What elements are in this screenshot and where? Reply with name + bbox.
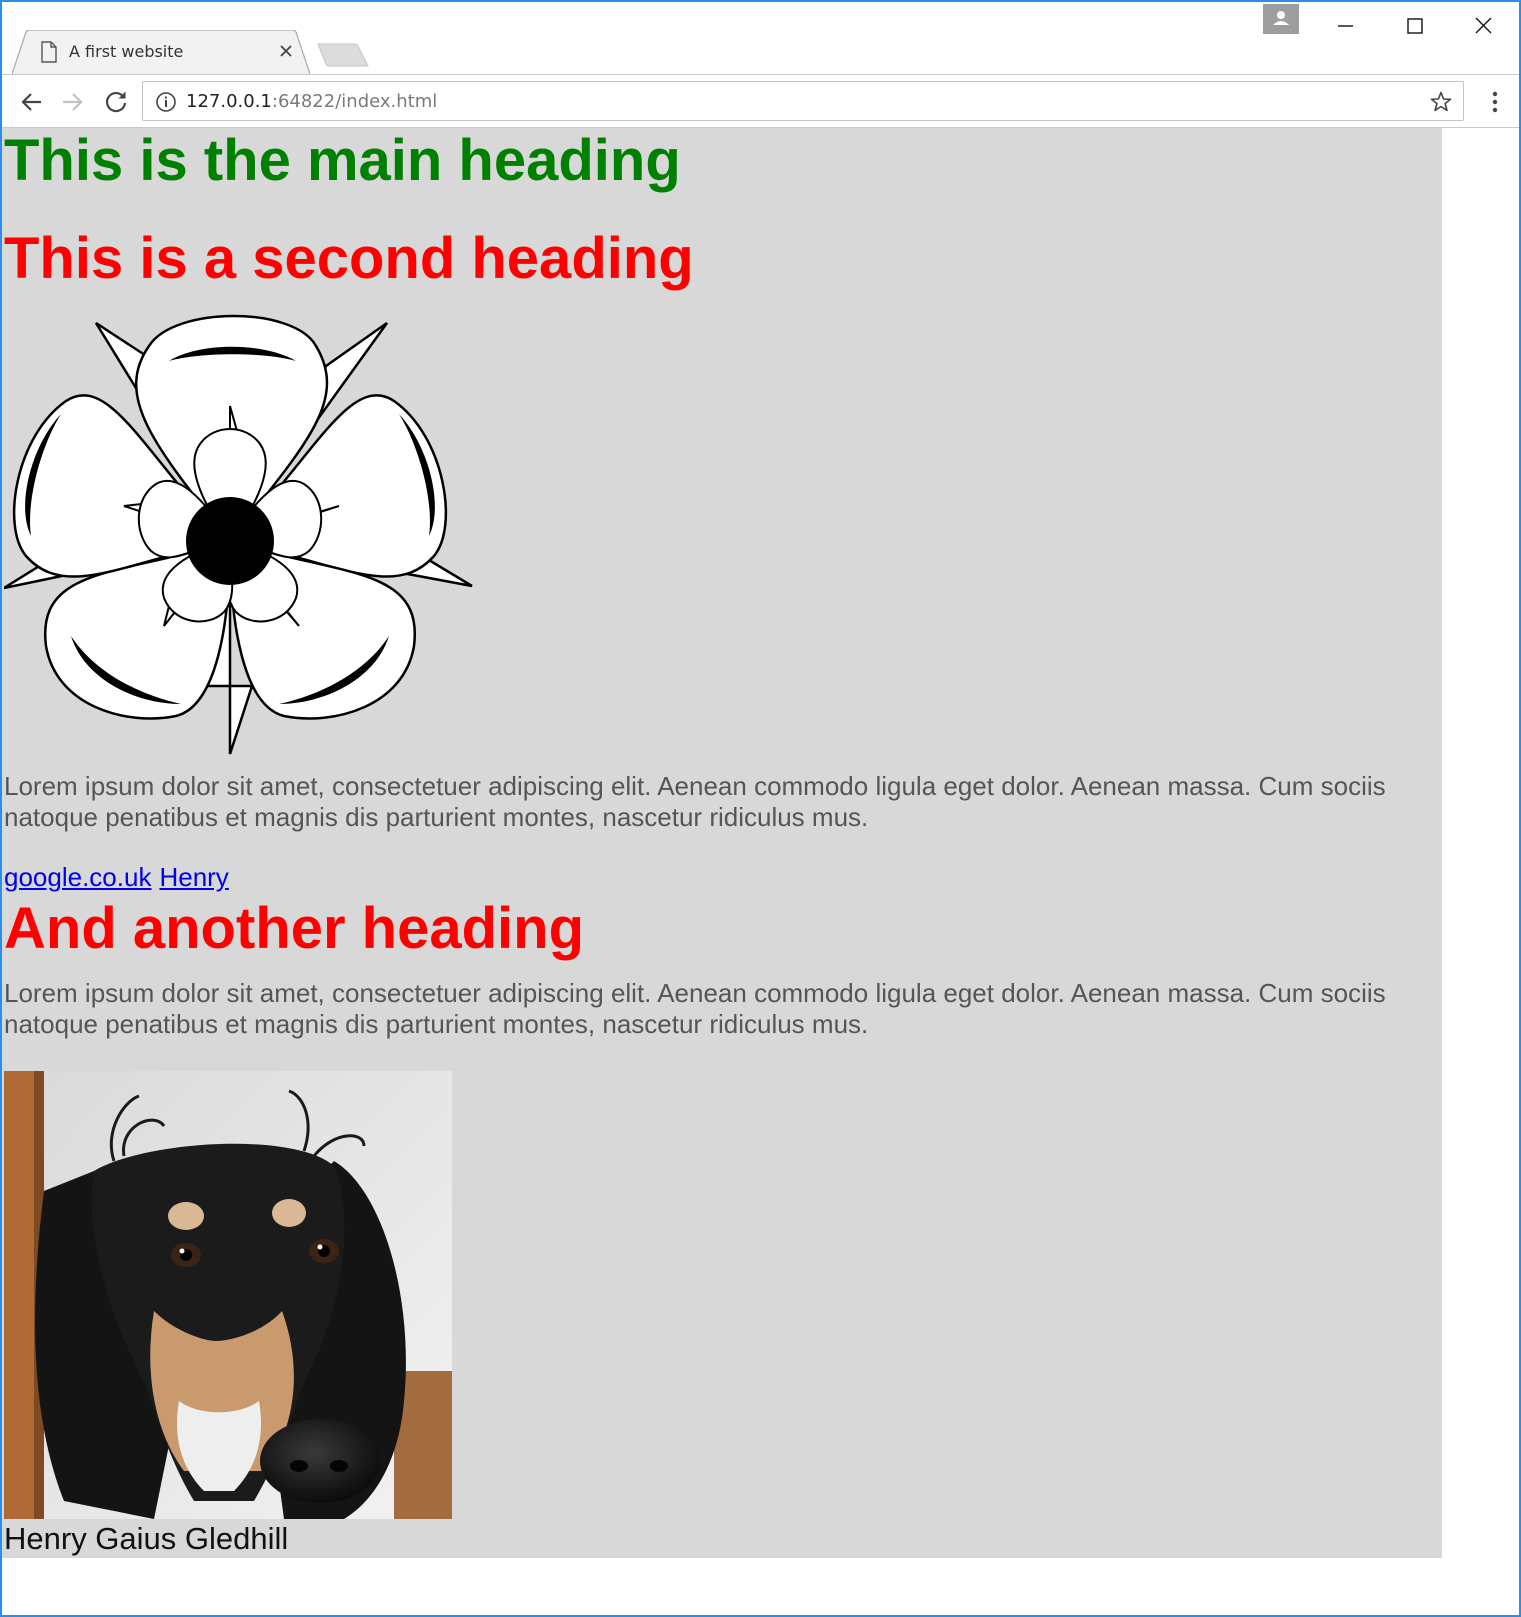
photo-caption: Henry Gaius Gledhill xyxy=(4,1521,289,1556)
title-bar: A first website xyxy=(2,2,1519,74)
tab-title: A first website xyxy=(69,42,184,61)
tudor-rose-image xyxy=(3,306,476,771)
link-henry[interactable]: Henry xyxy=(159,862,228,892)
info-icon[interactable] xyxy=(155,91,177,118)
page-icon xyxy=(40,41,58,68)
tab-active[interactable]: A first website xyxy=(12,30,310,74)
url-path: :64822/index.html xyxy=(271,91,438,112)
maximize-icon[interactable] xyxy=(1395,10,1435,42)
page-body: This is the main heading This is a secon… xyxy=(2,128,1442,1558)
close-window-icon[interactable] xyxy=(1464,10,1504,42)
link-google[interactable]: google.co.uk xyxy=(4,862,151,892)
address-bar[interactable]: 127.0.0.1:64822/index.html xyxy=(142,81,1464,121)
page-viewport: This is the main heading This is a secon… xyxy=(2,128,1519,1615)
dog-photo xyxy=(4,1071,452,1519)
browser-window: A first website 127.0.0.1:64822/index.ht… xyxy=(0,0,1521,1617)
paragraph-1: Lorem ipsum dolor sit amet, consectetuer… xyxy=(4,771,1386,832)
profile-icon[interactable] xyxy=(1263,4,1299,34)
url-text[interactable]: 127.0.0.1:64822/index.html xyxy=(186,91,437,112)
menu-icon[interactable] xyxy=(1483,87,1507,117)
second-heading: This is a second heading xyxy=(4,226,694,291)
link-row: google.co.uk Henry xyxy=(4,862,229,893)
forward-icon[interactable] xyxy=(58,88,86,116)
tab-close-icon[interactable] xyxy=(276,41,296,61)
back-icon[interactable] xyxy=(18,88,46,116)
third-heading: And another heading xyxy=(4,896,584,961)
new-tab-button[interactable] xyxy=(316,42,370,73)
browser-toolbar: 127.0.0.1:64822/index.html xyxy=(2,74,1519,128)
reload-icon[interactable] xyxy=(102,88,130,116)
paragraph-2: Lorem ipsum dolor sit amet, consectetuer… xyxy=(4,978,1386,1039)
url-host: 127.0.0.1 xyxy=(186,91,272,112)
main-heading: This is the main heading xyxy=(4,128,681,193)
bookmark-star-icon[interactable] xyxy=(1429,90,1453,119)
minimize-icon[interactable] xyxy=(1325,10,1365,42)
